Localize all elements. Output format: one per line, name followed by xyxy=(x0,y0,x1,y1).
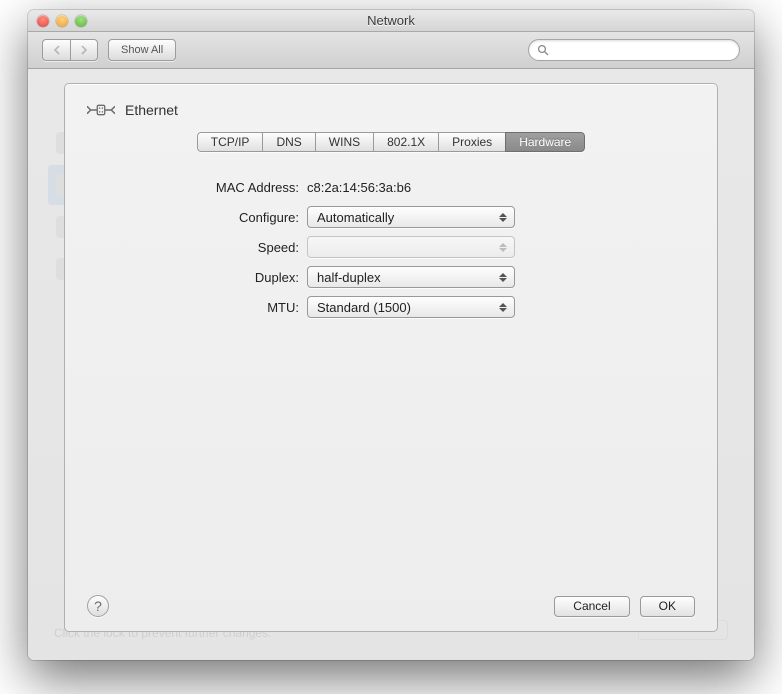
configure-value: Automatically xyxy=(317,210,394,225)
ok-label: OK xyxy=(659,599,676,613)
search-field[interactable] xyxy=(528,39,740,61)
cancel-button[interactable]: Cancel xyxy=(554,596,629,617)
content-area: Location: Wi-FiConnected EthernetCable U… xyxy=(28,69,754,660)
configure-label: Configure: xyxy=(197,210,307,225)
cancel-label: Cancel xyxy=(573,599,610,613)
configure-select[interactable]: Automatically xyxy=(307,206,515,228)
close-icon[interactable] xyxy=(37,15,49,27)
stepper-icon xyxy=(496,269,510,285)
interface-name: Ethernet xyxy=(125,102,178,118)
window-title: Network xyxy=(28,13,754,28)
tab-proxies[interactable]: Proxies xyxy=(438,132,505,152)
tab-tcpip[interactable]: TCP/IP xyxy=(197,132,263,152)
help-button[interactable]: ? xyxy=(87,595,109,617)
titlebar: Network xyxy=(28,10,754,32)
duplex-label: Duplex: xyxy=(197,270,307,285)
stepper-icon xyxy=(496,209,510,225)
forward-button[interactable] xyxy=(70,39,98,61)
zoom-icon[interactable] xyxy=(75,15,87,27)
chevron-right-icon xyxy=(80,45,88,55)
mtu-label: MTU: xyxy=(197,300,307,315)
toolbar: Show All xyxy=(28,32,754,69)
tab-bar: TCP/IP DNS WINS 802.1X Proxies Hardware xyxy=(87,132,695,152)
stepper-icon xyxy=(496,299,510,315)
search-input[interactable] xyxy=(554,43,731,57)
hardware-form: MAC Address: c8:2a:14:56:3a:b6 Configure… xyxy=(197,172,695,322)
mtu-select[interactable]: Standard (1500) xyxy=(307,296,515,318)
search-icon xyxy=(537,44,549,56)
tab-wins[interactable]: WINS xyxy=(315,132,373,152)
tab-8021x[interactable]: 802.1X xyxy=(373,132,438,152)
traffic-lights xyxy=(28,15,87,27)
speed-select[interactable] xyxy=(307,236,515,258)
speed-label: Speed: xyxy=(197,240,307,255)
chevron-left-icon xyxy=(53,45,61,55)
duplex-select[interactable]: half-duplex xyxy=(307,266,515,288)
ethernet-icon xyxy=(87,100,115,120)
duplex-value: half-duplex xyxy=(317,270,381,285)
mac-address-value: c8:2a:14:56:3a:b6 xyxy=(307,180,411,195)
window: Network Show All Location: xyxy=(28,10,754,660)
minimize-icon[interactable] xyxy=(56,15,68,27)
show-all-button[interactable]: Show All xyxy=(108,39,176,61)
mac-address-label: MAC Address: xyxy=(197,180,307,195)
mtu-value: Standard (1500) xyxy=(317,300,411,315)
tab-dns[interactable]: DNS xyxy=(262,132,314,152)
sheet-footer: ? Cancel OK xyxy=(87,595,695,617)
stepper-icon xyxy=(496,239,510,255)
help-icon: ? xyxy=(94,598,102,614)
nav-buttons xyxy=(42,39,98,61)
show-all-label: Show All xyxy=(121,44,163,56)
settings-sheet: Ethernet TCP/IP DNS WINS 802.1X Proxies … xyxy=(64,83,718,632)
ok-button[interactable]: OK xyxy=(640,596,695,617)
sheet-header: Ethernet xyxy=(87,100,695,120)
tab-hardware[interactable]: Hardware xyxy=(505,132,585,152)
back-button[interactable] xyxy=(42,39,70,61)
